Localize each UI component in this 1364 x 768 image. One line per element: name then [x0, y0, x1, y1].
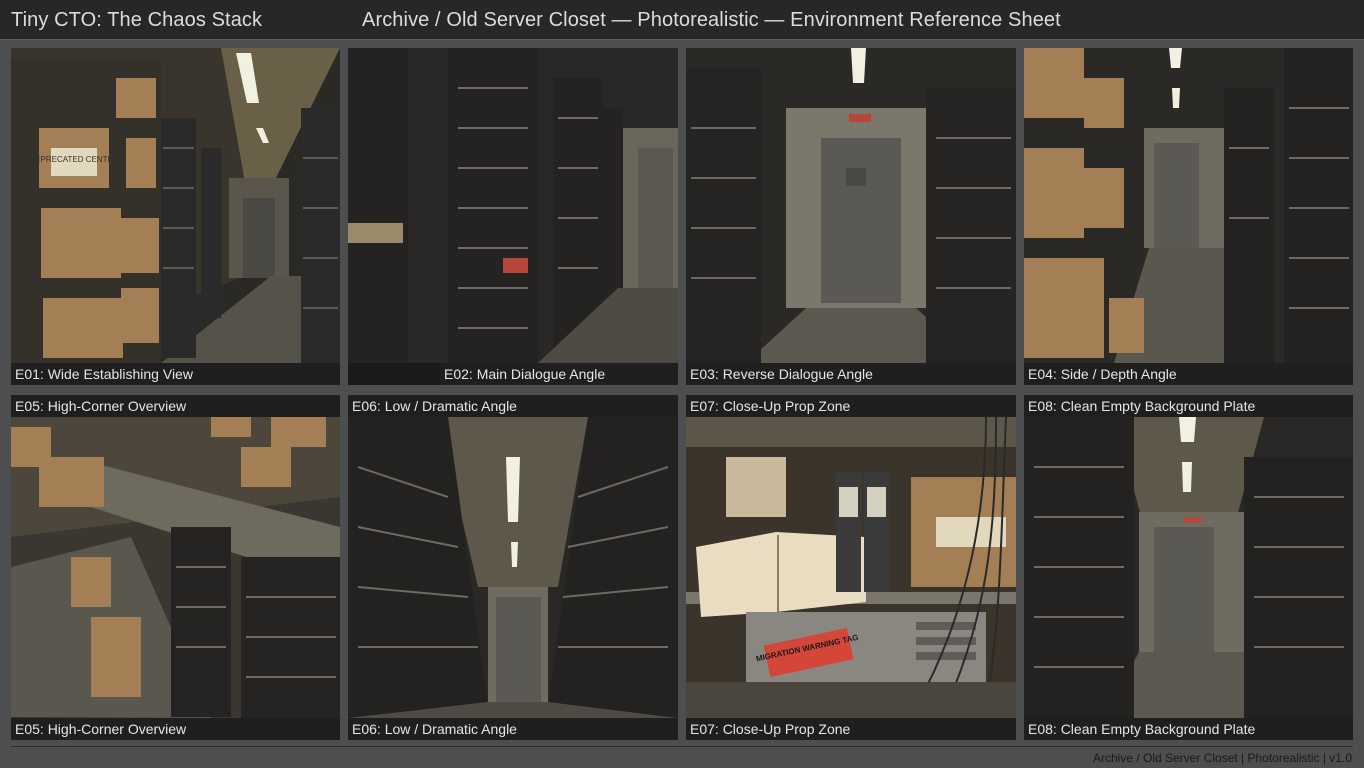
- panel-image: [1024, 417, 1353, 718]
- panel-image: [686, 48, 1016, 363]
- panel-e06: E06: Low / Dramatic Angle E06: Low / Dra…: [348, 395, 678, 740]
- panel-e04: E04: Side / Depth Angle: [1024, 48, 1353, 385]
- box-label: DEPRECATED CENTER: [29, 155, 118, 164]
- panel-top-label: E08: Clean Empty Background Plate: [1024, 395, 1353, 417]
- panel-image: [348, 48, 678, 363]
- panel-e01: DEPRECATED CENTER E01: Wide Establishing…: [11, 48, 340, 385]
- reference-sheet: Tiny CTO: The Chaos Stack Archive / Old …: [0, 0, 1364, 768]
- panel-image: [11, 417, 340, 718]
- panel-caption: E04: Side / Depth Angle: [1024, 363, 1353, 385]
- panel-e03: E03: Reverse Dialogue Angle: [686, 48, 1016, 385]
- header-bar: Tiny CTO: The Chaos Stack Archive / Old …: [0, 0, 1364, 40]
- panel-e07: E07: Close-Up Prop Zone MIGRATION WARNIN…: [686, 395, 1016, 740]
- panel-caption: E07: Close-Up Prop Zone: [686, 718, 1016, 740]
- panel-top-label: E07: Close-Up Prop Zone: [686, 395, 1016, 417]
- panel-e08: E08: Clean Empty Background Plate E08: C…: [1024, 395, 1353, 740]
- panel-image: MIGRATION WARNING TAG: [686, 417, 1016, 718]
- panel-caption: E02: Main Dialogue Angle: [440, 363, 678, 385]
- panel-caption: E05: High-Corner Overview: [11, 718, 340, 740]
- panel-image: [1024, 48, 1353, 363]
- panel-e05: E05: High-Corner Overview E05: High-Corn…: [11, 395, 340, 740]
- panel-caption: E08: Clean Empty Background Plate: [1024, 718, 1353, 740]
- footer-text: Archive / Old Server Closet | Photoreali…: [1092, 751, 1352, 765]
- panel-caption: E03: Reverse Dialogue Angle: [686, 363, 1016, 385]
- panel-top-label: E05: High-Corner Overview: [11, 395, 340, 417]
- panel-image: [348, 417, 678, 718]
- panel-e02: E02: Main Dialogue Angle: [348, 48, 678, 385]
- panel-caption: E01: Wide Establishing View: [11, 363, 340, 385]
- panel-caption: E06: Low / Dramatic Angle: [348, 718, 678, 740]
- panel-top-label: E06: Low / Dramatic Angle: [348, 395, 678, 417]
- panel-image: DEPRECATED CENTER: [11, 48, 340, 363]
- project-title: Tiny CTO: The Chaos Stack: [11, 9, 263, 31]
- footer-divider: [11, 746, 1353, 747]
- sheet-title: Archive / Old Server Closet — Photoreali…: [362, 9, 1061, 31]
